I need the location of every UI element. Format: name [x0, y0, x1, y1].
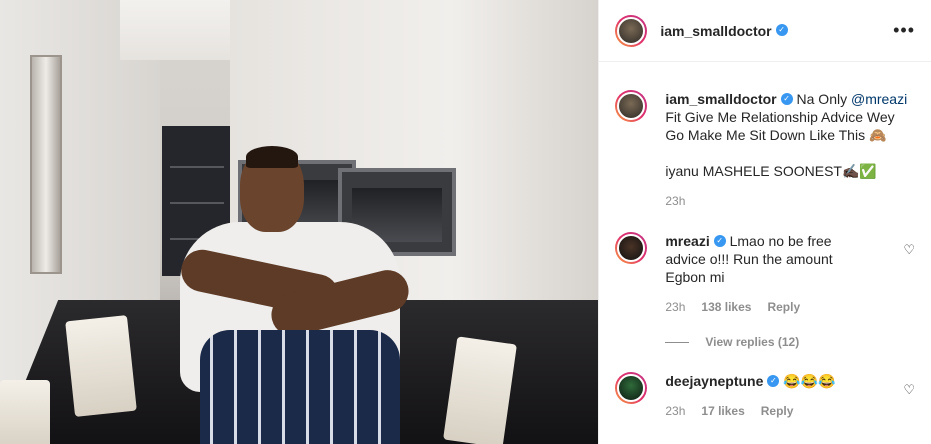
photo-mirror [30, 55, 62, 274]
view-replies-label: View replies (12) [705, 335, 800, 349]
comment-text: 😂😂😂 [783, 373, 836, 389]
photo-person-pants [200, 330, 400, 444]
reply-button[interactable]: Reply [767, 298, 800, 316]
more-options-icon[interactable]: ••• [893, 20, 915, 41]
comment-body: mreazi ✓ Lmao no be free advice o!!! Run … [665, 232, 915, 316]
caption-username[interactable]: iam_smalldoctor [665, 91, 776, 107]
replies-divider [665, 341, 690, 343]
comment-username[interactable]: mreazi [665, 233, 709, 249]
like-heart-icon[interactable]: ♡ [903, 382, 915, 398]
caption-text: Na Only [792, 91, 851, 107]
verified-badge-icon: ✓ [775, 23, 788, 36]
photo-person-hair [246, 146, 298, 168]
avatar[interactable] [615, 14, 648, 47]
avatar[interactable] [615, 232, 648, 264]
post-header: iam_smalldoctor ✓ ••• [599, 0, 931, 62]
verified-badge-icon: ✓ [713, 235, 726, 248]
comment-username[interactable]: deejayneptune [665, 373, 763, 389]
comment-time[interactable]: 23h [665, 402, 685, 420]
caption-line2: iyanu MASHELE SOONEST✍🏿✅ [665, 163, 877, 179]
caption-body: iam_smalldoctor ✓ Na Only @mreazi Fit Giv… [665, 90, 915, 210]
avatar[interactable] [615, 90, 648, 122]
like-heart-icon[interactable]: ♡ [903, 242, 915, 258]
verified-badge-icon: ✓ [767, 375, 780, 388]
comment-body: deejayneptune ✓ 😂😂😂 23h 17 likes Reply [665, 372, 915, 420]
verified-badge-icon: ✓ [780, 93, 793, 106]
comment-item: mreazi ✓ Lmao no be free advice o!!! Run … [615, 232, 915, 316]
photo-chair [0, 380, 50, 444]
comments-panel: iam_smalldoctor ✓ ••• iam_smalldoctor ✓ N… [598, 0, 931, 444]
view-replies-button[interactable]: View replies (12) [665, 335, 799, 349]
photo-chair [65, 315, 137, 417]
comment-likes[interactable]: 17 likes [701, 402, 744, 420]
reply-button[interactable]: Reply [761, 402, 794, 420]
avatar[interactable] [615, 372, 648, 404]
header-username[interactable]: iam_smalldoctor [660, 23, 771, 39]
post-photo[interactable] [0, 0, 599, 444]
comment-time[interactable]: 23h [665, 298, 685, 316]
mention-link[interactable]: @mreazi [851, 91, 907, 107]
caption-time[interactable]: 23h [665, 192, 685, 210]
comment-item: deejayneptune ✓ 😂😂😂 23h 17 likes Reply ♡ [615, 372, 915, 420]
caption: iam_smalldoctor ✓ Na Only @mreazi Fit Giv… [615, 90, 915, 210]
post-viewer: iam_smalldoctor ✓ ••• iam_smalldoctor ✓ N… [0, 0, 931, 444]
caption-text: Fit Give Me Relationship Advice Wey Go M… [665, 109, 895, 143]
comment-likes[interactable]: 138 likes [701, 298, 751, 316]
